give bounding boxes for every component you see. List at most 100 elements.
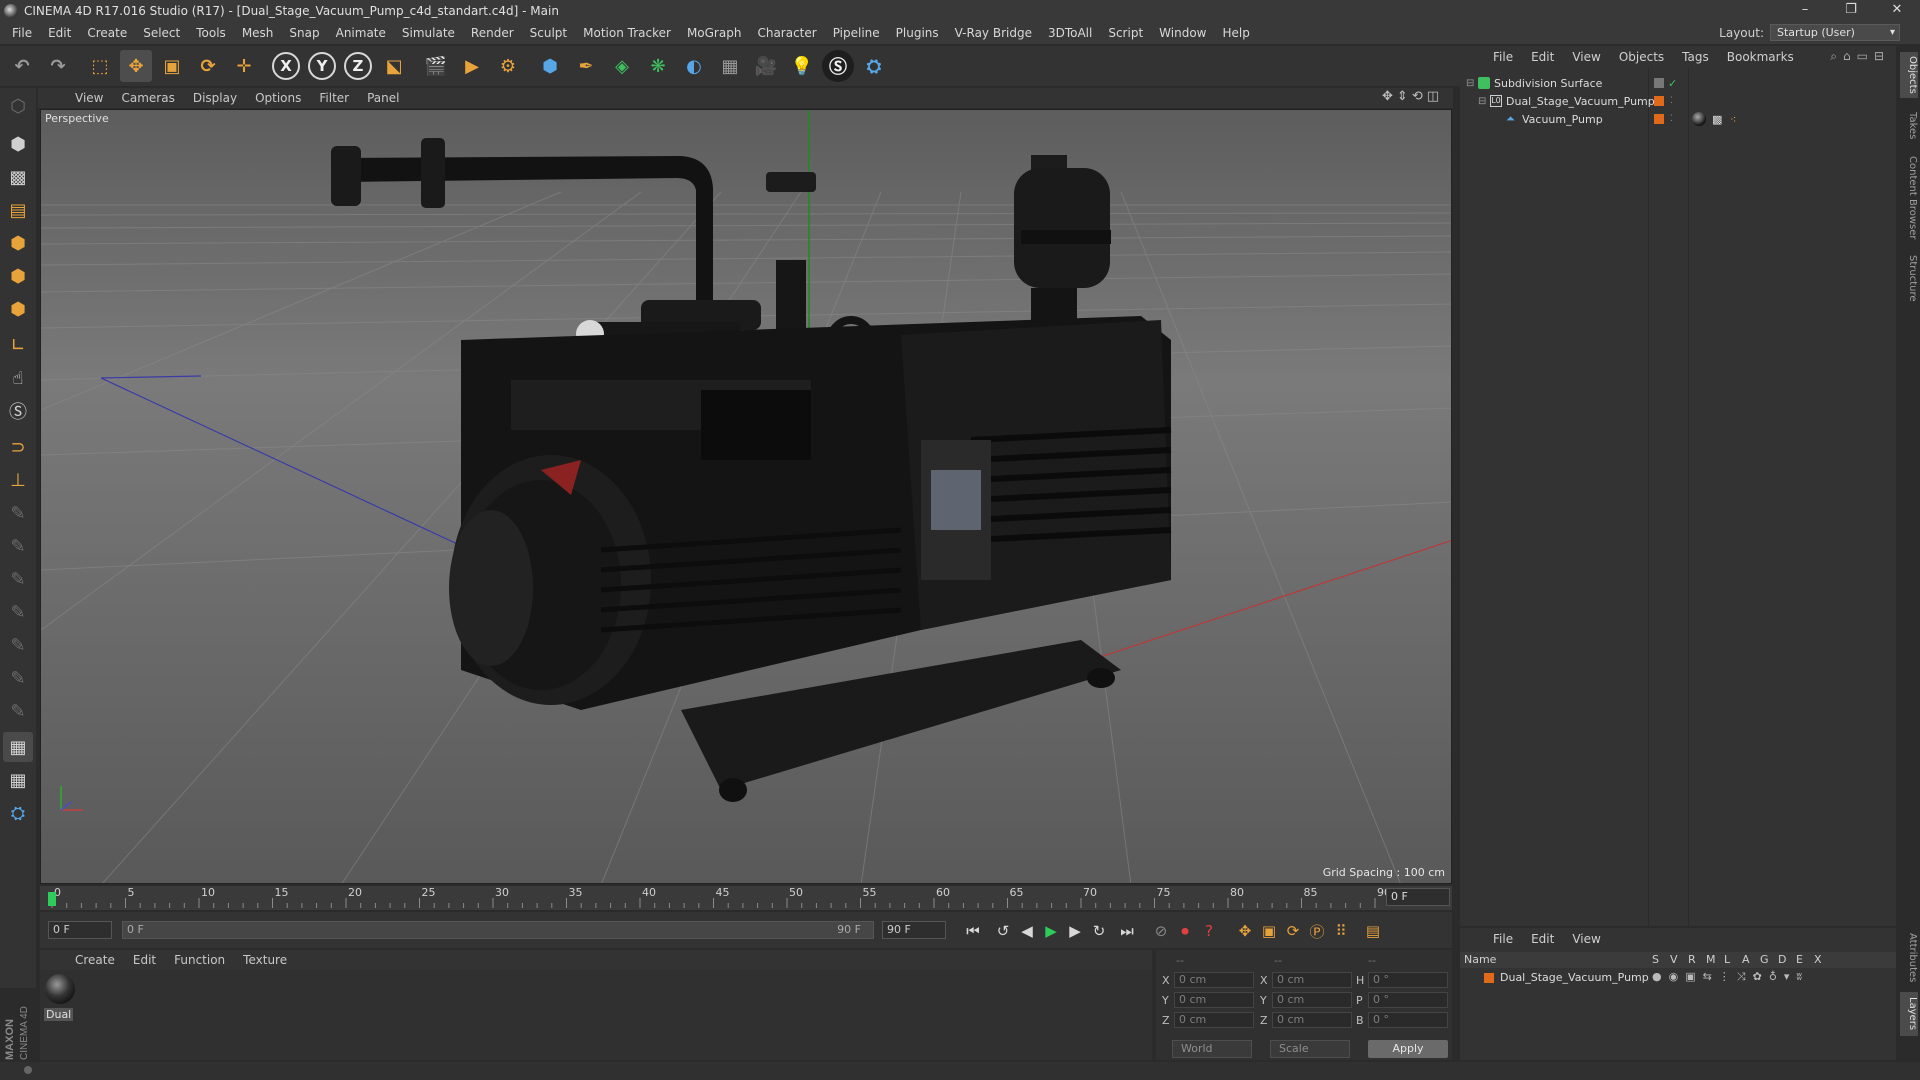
make-editable-button[interactable]: ⬡ (3, 91, 33, 121)
key-rotation-button[interactable]: ⟳ (1282, 920, 1304, 942)
key-pla-button[interactable]: ⠿ (1330, 920, 1352, 942)
tab-layers[interactable]: Layers (1900, 992, 1918, 1036)
material-menu-edit[interactable]: Edit (124, 953, 165, 967)
add-light-button[interactable]: 💡 (786, 50, 818, 82)
auto-keying-button[interactable]: ⏺ (1174, 920, 1196, 942)
menu-window[interactable]: Window (1151, 22, 1214, 44)
layout-select[interactable]: Startup (User) (1770, 24, 1900, 41)
apply-button[interactable]: Apply (1368, 1040, 1448, 1058)
viewport-perspective[interactable]: Perspective Grid Spacing : 100 cm (40, 109, 1452, 884)
rotation-p-field[interactable]: 0 ° (1368, 992, 1448, 1008)
redo-button[interactable]: ↷ (42, 50, 74, 82)
frame-range-slider[interactable]: 0 F 90 F (122, 921, 874, 939)
object-row-vacuum-pump[interactable]: ⏶ Vacuum_Pump ⁚ ▩ ⁖ (1460, 110, 1896, 128)
menu-animate[interactable]: Animate (328, 22, 394, 44)
key-position-button[interactable]: ✥ (1234, 920, 1256, 942)
layers-menu-view[interactable]: View (1563, 932, 1609, 946)
object-row-subdivision-surface[interactable]: ⊟ Subdivision Surface ✓ (1460, 74, 1896, 92)
restore-button[interactable]: ❐ (1828, 0, 1874, 22)
enabled-check-icon[interactable]: ✓ (1668, 77, 1677, 90)
timeline-layout-button[interactable]: ▤ (1362, 920, 1384, 942)
lock-grid-button[interactable]: ▦ (3, 732, 33, 762)
z-axis-lock-button[interactable]: Z (342, 50, 374, 82)
material-menu-create[interactable]: Create (66, 953, 124, 967)
menu-character[interactable]: Character (749, 22, 824, 44)
position-z-field[interactable]: 0 cm (1174, 1012, 1254, 1028)
record-keys-button[interactable]: ⊘ (1150, 920, 1172, 942)
key-scale-button[interactable]: ▣ (1258, 920, 1280, 942)
layer-color-icon[interactable] (1484, 973, 1494, 983)
brush-tool-1-button[interactable]: ✎ (3, 498, 33, 528)
render-settings-button[interactable]: ⚙ (492, 50, 524, 82)
tweak-mode-button[interactable]: ☝ (3, 363, 33, 393)
magnet-button[interactable]: ⊃ (3, 432, 33, 462)
rotation-h-field[interactable]: 0 ° (1368, 972, 1448, 988)
current-frame-field[interactable]: 0 F (1386, 888, 1450, 906)
brush-tool-6-button[interactable]: ✎ (3, 663, 33, 693)
menu-3dtoall[interactable]: 3DToAll (1040, 22, 1100, 44)
add-nurbs-button[interactable]: ◈ (606, 50, 638, 82)
objects-menu-view[interactable]: View (1563, 50, 1609, 64)
add-cube-button[interactable]: ⬢ (534, 50, 566, 82)
workplane-mode-button[interactable]: ▤ (3, 195, 33, 225)
objects-menu-edit[interactable]: Edit (1522, 50, 1563, 64)
objects-menu-tags[interactable]: Tags (1673, 50, 1718, 64)
size-z-field[interactable]: 0 cm (1272, 1012, 1352, 1028)
brush-tool-4-button[interactable]: ✎ (3, 597, 33, 627)
brush-tool-3-button[interactable]: ✎ (3, 564, 33, 594)
timeline-ruler[interactable]: 0 5 10 15 20 25 30 35 40 45 50 55 60 65 70 75 80 85 90 0 F (40, 886, 1452, 910)
edges-mode-button[interactable]: ⬢ (3, 261, 33, 291)
layer-toggle-icons[interactable]: ●◉▣⇆⋮⤨✿♁▾ʬ (1652, 970, 1809, 984)
render-picture-viewer-button[interactable]: ▶ (456, 50, 488, 82)
add-camera-button[interactable]: 🎥 (750, 50, 782, 82)
snap-button[interactable]: Ⓢ (3, 396, 33, 426)
texture-mode-button[interactable]: ▩ (3, 162, 33, 192)
material-menu-function[interactable]: Function (165, 953, 234, 967)
menu-vray-bridge[interactable]: V-Ray Bridge (947, 22, 1040, 44)
layer-color-icon[interactable] (1654, 114, 1664, 124)
viewport-navigation-icons[interactable]: ✥⇕⟲◫ (1382, 89, 1443, 104)
visibility-dots-icon[interactable]: ⁚ (1670, 114, 1673, 124)
workplane-button[interactable]: ⊥ (3, 465, 33, 495)
move-tool-button[interactable]: ✥ (120, 50, 152, 82)
rotate-tool-button[interactable]: ⟳ (192, 50, 224, 82)
go-to-start-button[interactable]: ⏮ (962, 920, 984, 942)
close-button[interactable]: ✕ (1874, 0, 1920, 22)
coordinate-space-select[interactable]: World (1172, 1040, 1252, 1058)
brush-tool-2-button[interactable]: ✎ (3, 531, 33, 561)
python-script-button[interactable]: ⛭ (3, 798, 33, 828)
points-mode-button[interactable]: ⬢ (3, 228, 33, 258)
tab-structure[interactable]: Structure (1900, 250, 1918, 306)
layer-swatch-icon[interactable] (1654, 78, 1664, 88)
go-to-end-button[interactable]: ⏭ (1116, 920, 1138, 942)
objects-menu-bookmarks[interactable]: Bookmarks (1718, 50, 1803, 64)
expand-toggle-icon[interactable]: ⊟ (1478, 96, 1490, 107)
recent-tools-button[interactable]: ✛ (228, 50, 260, 82)
menu-edit[interactable]: Edit (40, 22, 79, 44)
previous-frame-button[interactable]: ◀ (1016, 920, 1038, 942)
model-mode-button[interactable]: ⬢ (3, 129, 33, 159)
lock-grid-2-button[interactable]: ▦ (3, 765, 33, 795)
undo-button[interactable]: ↶ (6, 50, 38, 82)
viewport-menu-display[interactable]: Display (184, 91, 246, 105)
menu-help[interactable]: Help (1214, 22, 1257, 44)
material-label[interactable]: Dual (44, 1008, 74, 1021)
layer-color-icon[interactable] (1654, 96, 1664, 106)
start-frame-field[interactable]: 0 F (48, 921, 112, 939)
add-array-button[interactable]: ❋ (642, 50, 674, 82)
expand-toggle-icon[interactable]: ⊟ (1466, 78, 1478, 89)
material-swatch[interactable] (45, 974, 75, 1004)
menu-select[interactable]: Select (135, 22, 188, 44)
material-menu-texture[interactable]: Texture (234, 953, 296, 967)
objects-menu-objects[interactable]: Objects (1610, 50, 1673, 64)
tab-content-browser[interactable]: Content Browser (1900, 150, 1918, 246)
play-button[interactable]: ▶ (1040, 920, 1062, 942)
size-x-field[interactable]: 0 cm (1272, 972, 1352, 988)
menu-pipeline[interactable]: Pipeline (825, 22, 888, 44)
object-row-dual-stage-vacuum-pump[interactable]: ⊟ L0 Dual_Stage_Vacuum_Pump ⁚ (1460, 92, 1896, 110)
tab-takes[interactable]: Takes (1900, 106, 1918, 146)
polygons-mode-button[interactable]: ⬢ (3, 294, 33, 324)
end-frame-field[interactable]: 90 F (882, 921, 946, 939)
brush-tool-5-button[interactable]: ✎ (3, 630, 33, 660)
vray-button[interactable]: Ⓢ (822, 50, 854, 82)
